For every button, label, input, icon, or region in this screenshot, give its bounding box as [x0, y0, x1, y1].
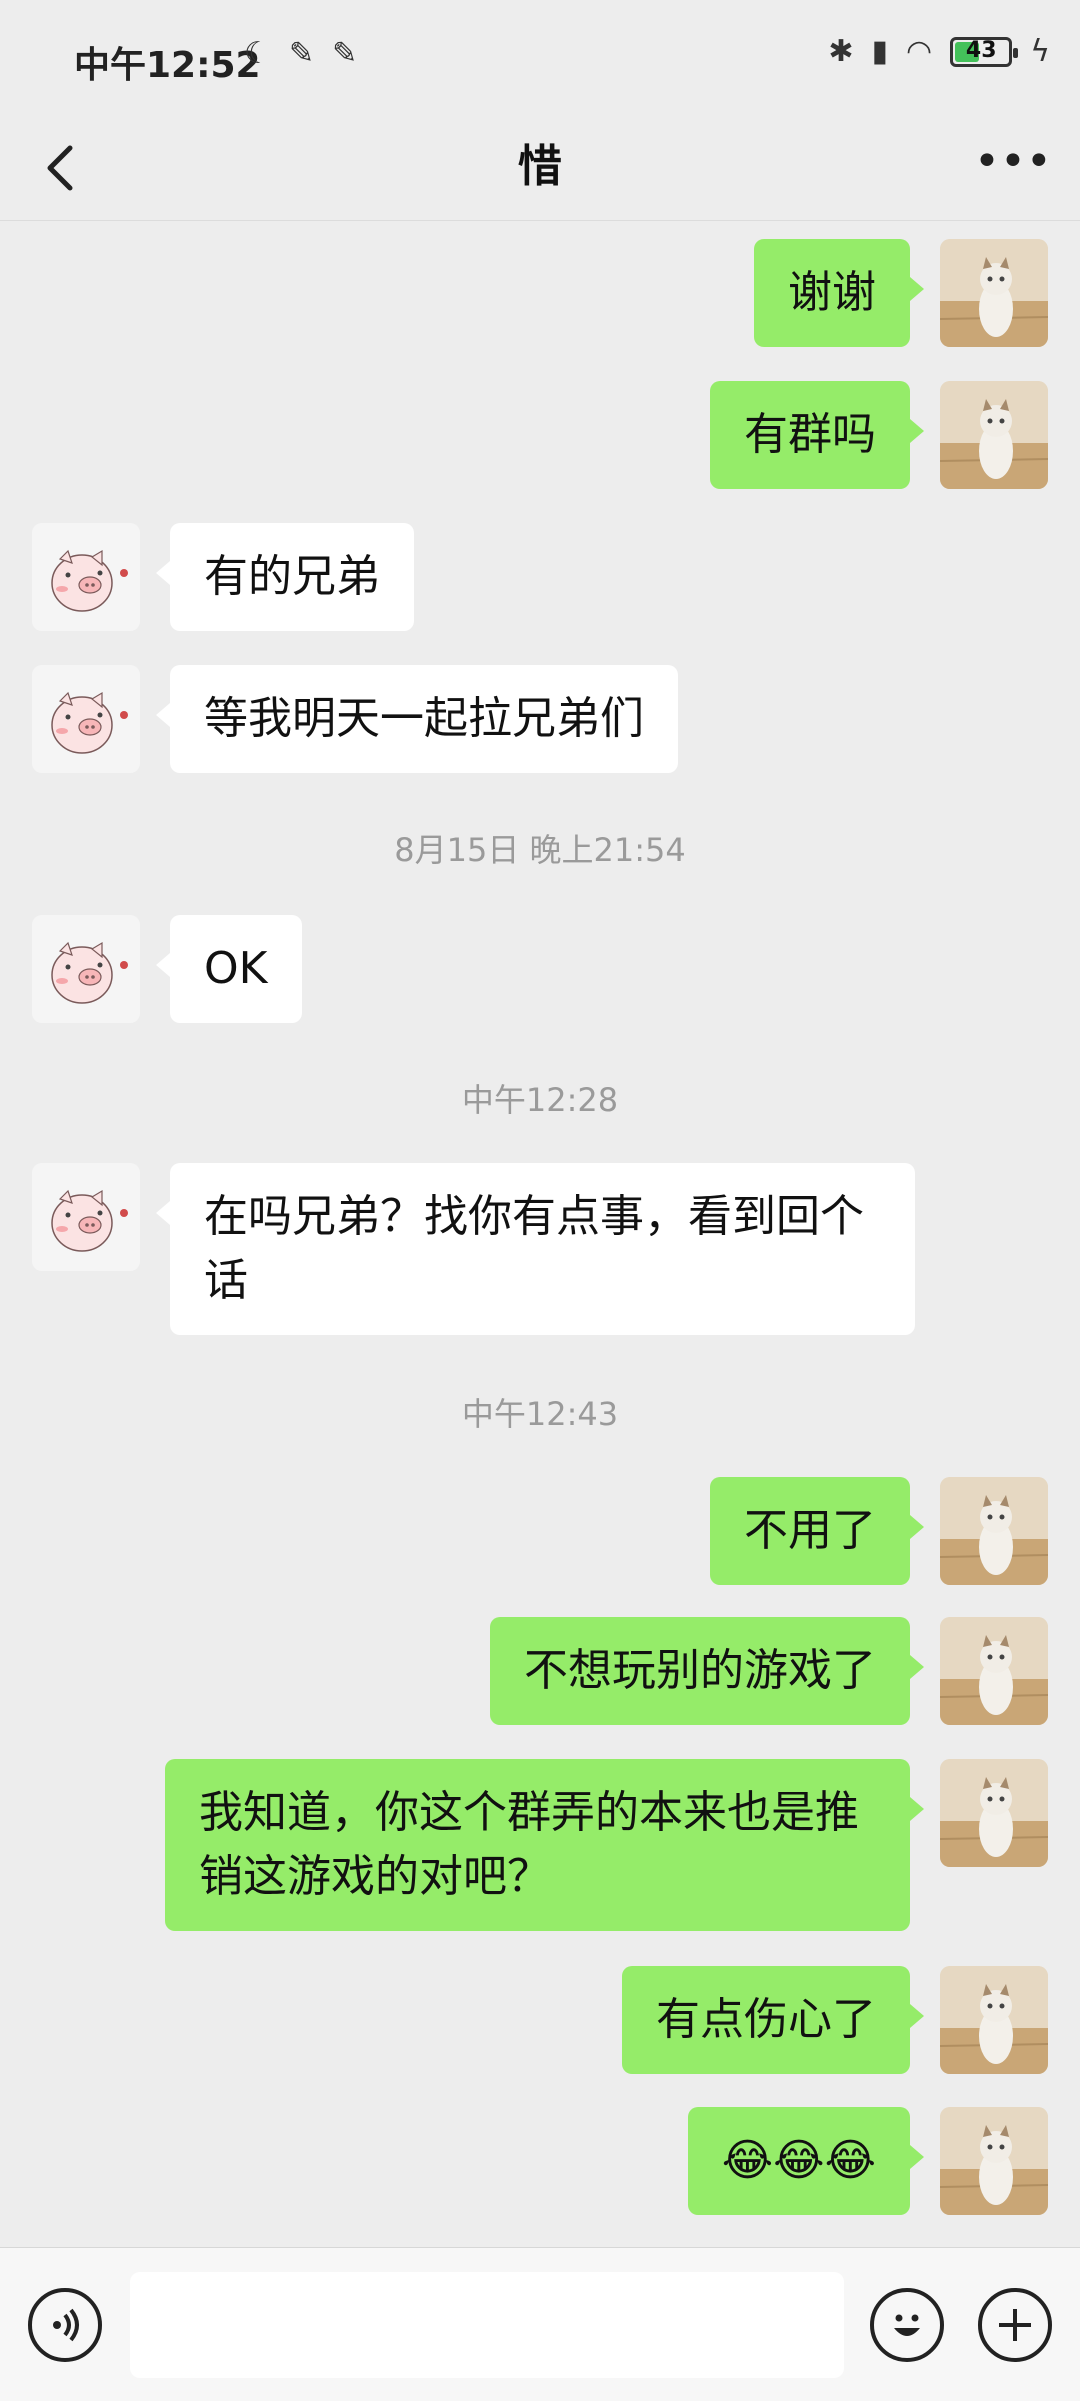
my-avatar[interactable] — [940, 381, 1048, 489]
contact-avatar[interactable] — [32, 1163, 140, 1271]
contact-avatar[interactable] — [32, 523, 140, 631]
message-list: 谢谢有群吗有的兄弟等我明天一起拉兄弟们 8月15日 晚上21:54 OK 中午12:2… — [0, 221, 1080, 2246]
wifi-icon: ◠ — [906, 34, 933, 69]
my-avatar[interactable] — [940, 2107, 1048, 2215]
input-bar — [0, 2247, 1080, 2401]
message-bubble[interactable]: 不用了 — [710, 1477, 924, 1585]
my-avatar[interactable] — [940, 1477, 1048, 1585]
message-row: 有点伤心了 — [0, 1966, 1080, 2074]
my-avatar[interactable] — [940, 239, 1048, 347]
status-time: 中午12:52 — [74, 45, 261, 86]
voice-input-icon[interactable] — [28, 2288, 102, 2362]
status-left-icons: ☾✎✎ — [244, 36, 375, 71]
message-row: OK — [0, 915, 1080, 1023]
message-row: 有群吗 — [0, 381, 1080, 489]
my-avatar[interactable] — [940, 1617, 1048, 1725]
notification-icon: ✎ — [332, 36, 376, 71]
message-bubble[interactable]: 有点伤心了 — [622, 1966, 924, 2074]
timestamp: 8月15日 晚上21:54 — [394, 831, 686, 869]
message-bubble[interactable]: OK — [156, 915, 302, 1023]
message-row: 不想玩别的游戏了 — [0, 1617, 1080, 1725]
my-avatar[interactable] — [940, 1966, 1048, 2074]
charging-icon: ϟ — [1030, 34, 1050, 69]
notification-icon: ✎ — [288, 36, 333, 71]
message-input[interactable] — [130, 2272, 844, 2378]
status-right-icons: ✱ ▮ ◠ 43 ϟ — [828, 34, 1050, 69]
more-options-icon[interactable]: ••• — [974, 140, 1052, 192]
more-functions-icon[interactable] — [978, 2288, 1052, 2362]
message-bubble[interactable]: 我知道，你这个群弄的本来也是推销这游戏的对吧？ — [165, 1759, 924, 1931]
my-avatar[interactable] — [940, 1759, 1048, 1867]
message-row: 在吗兄弟？找你有点事，看到回个话 — [0, 1163, 1080, 1337]
message-bubble[interactable]: 在吗兄弟？找你有点事，看到回个话 — [156, 1163, 915, 1335]
message-bubble[interactable]: 等我明天一起拉兄弟们 — [156, 665, 678, 773]
status-bar: 中午12:52 ☾✎✎ ✱ ▮ ◠ 43 ϟ — [0, 0, 1080, 120]
message-row: 不用了 — [0, 1477, 1080, 1585]
message-bubble[interactable]: 谢谢 — [754, 239, 924, 347]
contact-avatar[interactable] — [32, 915, 140, 1023]
emoji-icon[interactable] — [870, 2288, 944, 2362]
message-row: 谢谢 — [0, 239, 1080, 347]
bluetooth-icon: ✱ — [828, 34, 854, 69]
battery-level: 43 — [965, 37, 997, 63]
timestamp-divider: 中午12:43 — [0, 1389, 1080, 1433]
hd-signal-icon: ▮ — [871, 34, 889, 69]
battery-icon: 43 — [950, 36, 1019, 67]
timestamp: 中午12:43 — [461, 1395, 619, 1433]
message-bubble[interactable]: 有群吗 — [710, 381, 924, 489]
contact-avatar[interactable] — [32, 665, 140, 773]
message-bubble[interactable]: 😂😂😂 — [687, 2107, 925, 2215]
timestamp-divider: 中午12:28 — [0, 1075, 1080, 1119]
message-row: 有的兄弟 — [0, 523, 1080, 631]
message-row: 我知道，你这个群弄的本来也是推销这游戏的对吧？ — [0, 1759, 1080, 1933]
message-row: 😂😂😂 — [0, 2107, 1080, 2215]
moon-icon: ☾ — [244, 36, 289, 71]
message-bubble[interactable]: 有的兄弟 — [156, 523, 414, 631]
chat-title: 惜 — [518, 141, 562, 192]
chat-header: 惜 ••• — [0, 120, 1080, 221]
message-row: 等我明天一起拉兄弟们 — [0, 665, 1080, 773]
timestamp: 中午12:28 — [461, 1081, 619, 1119]
message-bubble[interactable]: 不想玩别的游戏了 — [490, 1617, 924, 1725]
timestamp-divider: 8月15日 晚上21:54 — [0, 825, 1080, 869]
